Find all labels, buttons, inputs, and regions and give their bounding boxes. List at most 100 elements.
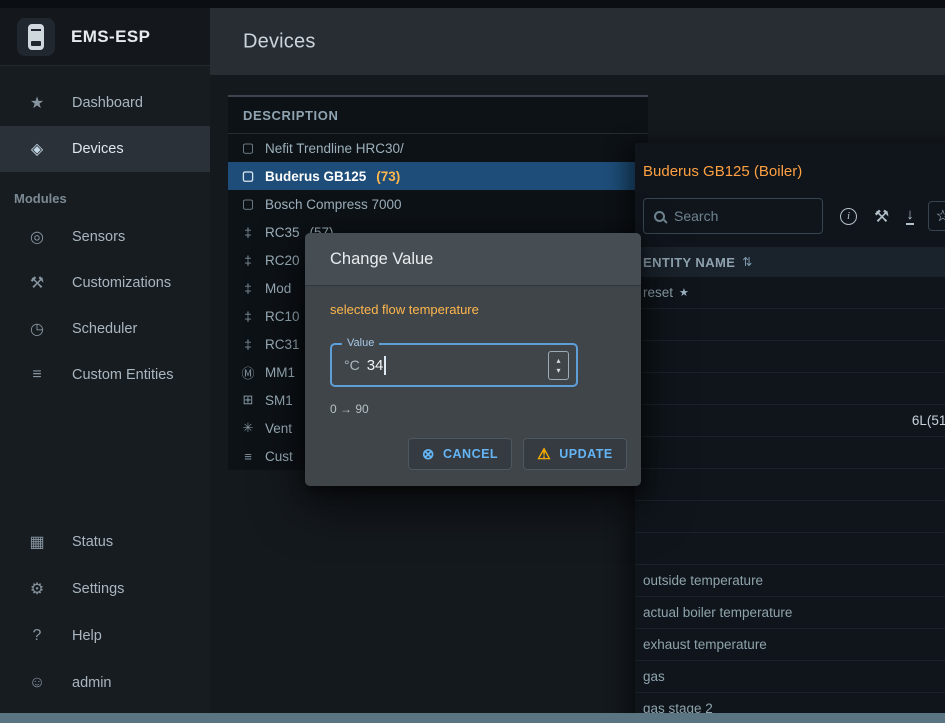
value-range-hint: 0 → 90 bbox=[330, 402, 627, 416]
maintenance-wrench-icon[interactable]: ⚒ bbox=[874, 208, 889, 225]
spinner-down-icon[interactable]: ▾ bbox=[556, 366, 560, 375]
sidebar-item-label: admin bbox=[72, 675, 112, 691]
update-button-label: UPDATE bbox=[559, 447, 612, 461]
sidebar-nav-main: ★ Dashboard ◈ Devices bbox=[0, 80, 210, 172]
entity-row[interactable]: 6L(517) 18.01.2023 10:18 (0 min) bbox=[635, 405, 945, 437]
device-row[interactable]: ▢ Nefit Trendline HRC30/ bbox=[228, 134, 648, 162]
spinner-up-icon[interactable]: ▴ bbox=[556, 356, 560, 365]
sidebar-item-admin[interactable]: ☺ admin bbox=[0, 659, 210, 706]
sidebar-item-label: Settings bbox=[72, 581, 124, 597]
sidebar-item-label: Help bbox=[72, 628, 102, 644]
mixer-module-icon: Ⓜ bbox=[240, 363, 256, 382]
entity-panel-toolbar: i ⚒ ↓ ☆ Showing 74/73 entities bbox=[635, 189, 945, 243]
warning-triangle-icon: ⚠ bbox=[537, 447, 551, 462]
horizontal-scrollbar[interactable] bbox=[0, 713, 945, 723]
customizations-icon: ⚒ bbox=[27, 273, 47, 293]
entity-row[interactable]: 0 % bbox=[635, 533, 945, 565]
thermostat-icon: ‡ bbox=[240, 337, 256, 352]
update-button[interactable]: ⚠ UPDATE bbox=[523, 438, 627, 470]
sidebar-item-settings[interactable]: ⚙ Settings bbox=[0, 565, 210, 612]
sidebar-item-sensors[interactable]: ◎ Sensors bbox=[0, 214, 210, 260]
dialog-actions: ⊗ CANCEL ⚠ UPDATE bbox=[330, 438, 627, 470]
cancel-button[interactable]: ⊗ CANCEL bbox=[408, 438, 512, 470]
device-name: Nefit Trendline HRC30/ bbox=[265, 141, 404, 156]
entity-row[interactable]: off ✎ bbox=[635, 437, 945, 469]
value-text: 34 bbox=[367, 357, 384, 374]
search-icon bbox=[654, 211, 665, 222]
custom-device-icon: ≡ bbox=[240, 449, 256, 464]
entity-row[interactable]: gas off bbox=[635, 661, 945, 693]
device-table-header: DESCRIPTION bbox=[228, 97, 648, 134]
number-spinner[interactable]: ▴ ▾ bbox=[548, 351, 569, 380]
device-row[interactable]: ▢ Bosch Compress 7000 bbox=[228, 190, 648, 218]
value-unit: °C bbox=[344, 357, 360, 373]
entity-name: outside temperature bbox=[643, 573, 945, 588]
help-icon: ? bbox=[27, 627, 47, 645]
sidebar-item-scheduler[interactable]: ◷ Scheduler bbox=[0, 306, 210, 352]
devices-icon: ◈ bbox=[27, 139, 47, 159]
sidebar-nav-bottom: ▦ Status ⚙ Settings ? Help ☺ admin bbox=[0, 518, 210, 706]
cancel-circle-icon: ⊗ bbox=[422, 447, 435, 462]
sort-icon[interactable]: ⇅ bbox=[742, 255, 752, 269]
entity-panel-titlebar: Buderus GB125 (Boiler) ⊗ bbox=[635, 143, 945, 189]
device-row-selected[interactable]: ▢ Buderus GB125 (73) bbox=[228, 162, 648, 190]
dialog-entity-label: selected flow temperature bbox=[330, 302, 627, 317]
sidebar-item-label: Devices bbox=[72, 141, 124, 157]
value-input-label: Value bbox=[342, 337, 379, 349]
account-icon: ☺ bbox=[27, 674, 47, 692]
device-name: RC35 bbox=[265, 225, 300, 240]
thermostat-icon: ‡ bbox=[240, 253, 256, 268]
entity-table-header: ENTITY NAME ⇅ VALUE ⇅ bbox=[635, 247, 945, 277]
custom-entities-icon: ≡ bbox=[27, 366, 47, 384]
device-name: Vent bbox=[265, 421, 292, 436]
sensors-icon: ◎ bbox=[27, 227, 47, 247]
entity-row[interactable]: 30,7 °C bbox=[635, 341, 945, 373]
scheduler-icon: ◷ bbox=[27, 319, 47, 339]
search-field[interactable] bbox=[674, 208, 812, 224]
sidebar-item-customizations[interactable]: ⚒ Customizations bbox=[0, 260, 210, 306]
entity-panel-title: Buderus GB125 (Boiler) bbox=[643, 163, 802, 180]
boiler-logo-icon bbox=[28, 24, 44, 50]
sidebar-item-label: Status bbox=[72, 534, 113, 550]
entity-row[interactable]: actual boiler temperature 30,7 °C bbox=[635, 597, 945, 629]
cancel-button-label: CANCEL bbox=[443, 447, 498, 461]
entity-name: gas bbox=[643, 669, 945, 684]
app-logo: EMS-ESP bbox=[0, 8, 210, 66]
favorites-toggle-button[interactable]: ☆ bbox=[928, 201, 945, 231]
search-input[interactable] bbox=[643, 198, 823, 234]
star-icon: ☆ bbox=[936, 206, 945, 226]
sidebar-item-status[interactable]: ▦ Status bbox=[0, 518, 210, 565]
device-name: RC20 bbox=[265, 253, 300, 268]
sidebar-item-label: Custom Entities bbox=[72, 367, 174, 383]
sidebar-item-label: Sensors bbox=[72, 229, 125, 245]
device-name: RC31 bbox=[265, 337, 300, 352]
device-name: SM1 bbox=[265, 393, 293, 408]
device-name: Bosch Compress 7000 bbox=[265, 197, 402, 212]
device-name: Buderus GB125 bbox=[265, 169, 366, 184]
info-icon[interactable]: i bbox=[840, 208, 857, 225]
boiler-icon: ▢ bbox=[240, 140, 256, 156]
text-cursor bbox=[384, 356, 386, 375]
app-logo-icon bbox=[17, 18, 55, 56]
sidebar: EMS-ESP ★ Dashboard ◈ Devices Modules ◎ … bbox=[0, 8, 210, 723]
thermostat-icon: ‡ bbox=[240, 309, 256, 324]
value-input[interactable]: Value °C 34 ▴ ▾ bbox=[330, 343, 578, 387]
entity-row[interactable]: off bbox=[635, 501, 945, 533]
entity-row[interactable]: reset★ ▶ bbox=[635, 277, 945, 309]
sidebar-item-devices[interactable]: ◈ Devices bbox=[0, 126, 210, 172]
entity-row[interactable]: 34,0 °C ✎ bbox=[635, 309, 945, 341]
entity-row[interactable]: outside temperature 15,0 °C bbox=[635, 565, 945, 597]
dialog-body: selected flow temperature Value °C 34 ▴ … bbox=[305, 286, 641, 486]
sidebar-item-label: Customizations bbox=[72, 275, 171, 291]
sidebar-item-dashboard[interactable]: ★ Dashboard bbox=[0, 80, 210, 126]
sidebar-item-custom-entities[interactable]: ≡ Custom Entities bbox=[0, 352, 210, 398]
entity-name-column-header: ENTITY NAME bbox=[643, 255, 735, 270]
entity-row[interactable]: 176.544 bbox=[635, 373, 945, 405]
entity-row[interactable]: off bbox=[635, 469, 945, 501]
sidebar-item-label: Dashboard bbox=[72, 95, 143, 111]
entity-name: exhaust temperature bbox=[643, 637, 945, 652]
entity-row[interactable]: exhaust temperature 29,0 °C bbox=[635, 629, 945, 661]
sidebar-item-help[interactable]: ? Help bbox=[0, 612, 210, 659]
boiler-icon: ▢ bbox=[240, 196, 256, 212]
download-icon[interactable]: ↓ bbox=[906, 207, 914, 225]
